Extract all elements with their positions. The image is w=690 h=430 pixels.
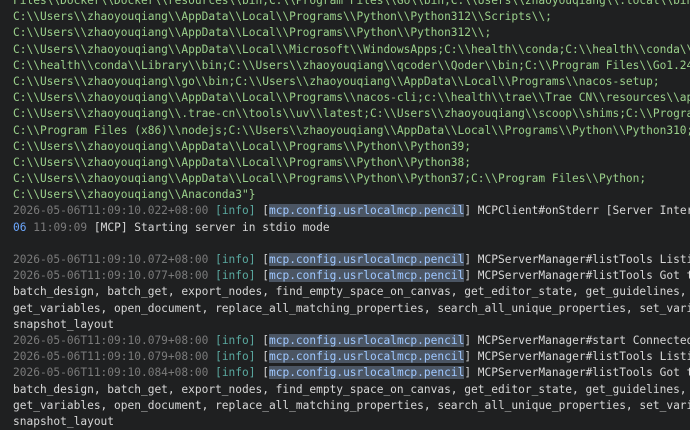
env-path-line: C:\\Users\\zhaoyouqiang\\AppData\\Local\…: [13, 155, 472, 169]
tools-list-line: snapshot_layout: [13, 414, 115, 428]
log-message: MCPServerManager#listTools Listing tools…: [477, 350, 690, 364]
log-timestamp: 2026-05-06T11:09:10.079+08:00: [13, 333, 209, 347]
log-entry: 2026-05-06T11:09:10.079+08:00 [info] [mc…: [13, 333, 690, 349]
log-source-tag: mcp.config.usrlocalmcp.pencil: [268, 253, 465, 266]
env-path-line: C:\\Users\\zhaoyouqiang\\AppData\\Local\…: [13, 42, 690, 56]
log-source-tag: mcp.config.usrlocalmcp.pencil: [268, 333, 465, 347]
log-entry: 2026-05-06T11:09:10.077+08:00 [info] [mc…: [13, 268, 690, 284]
log-message: MCPServerManager#start Connected.: [477, 333, 690, 347]
log-timestamp: 2026-05-06T11:09:10.079+08:00: [13, 350, 209, 364]
log-level: [info]: [215, 333, 256, 347]
log-level: [info]: [215, 204, 256, 218]
env-path-line: C:\\Users\\zhaoyouqiang\\AppData\\Local\…: [13, 10, 552, 24]
log-message: MCPServerManager#listTools Listing tools…: [477, 253, 690, 266]
env-path-line: C:\\health\\conda\\Library\\bin;C:\\User…: [13, 58, 690, 72]
log-entry: 2026-05-06T11:09:10.084+08:00 [info] [mc…: [13, 365, 690, 381]
log-output-panel[interactable]: Files\\Docker\\Docker\\resources\\bin;C:…: [0, 0, 690, 430]
log-level: [info]: [215, 350, 256, 364]
log-date-day: 06: [13, 220, 27, 234]
log-timestamp: 2026-05-06T11:09:10.084+08:00: [13, 366, 209, 380]
env-path-line: C:\\Users\\zhaoyouqiang\\AppData\\Local\…: [13, 139, 472, 153]
env-path-line: C:\\Users\\zhaoyouqiang\\AppData\\Local\…: [13, 91, 690, 105]
log-source-tag: mcp.config.usrlocalmcp.pencil: [268, 269, 465, 283]
tools-list-line: snapshot_layout: [13, 317, 115, 331]
log-level: [info]: [215, 269, 256, 283]
log-message: MCPClient#onStderr [Server Internal Log]: [477, 204, 690, 218]
env-path-line: C:\\Users\\zhaoyouqiang\\AppData\\Local\…: [13, 172, 647, 186]
env-path-line: C:\\Users\\zhaoyouqiang\\Anaconda3"}: [13, 188, 256, 202]
tools-list-line: batch_design, batch_get, export_nodes, f…: [13, 382, 687, 396]
tools-list-line: get_variables, open_document, replace_al…: [13, 398, 690, 412]
env-path-line: Files\\Docker\\Docker\\resources\\bin;C:…: [13, 0, 690, 7]
log-entry-stderr: 2026-05-06T11:09:10.022+08:00 [info] [mc…: [13, 203, 690, 219]
log-level: [info]: [215, 366, 256, 380]
log-source-tag: mcp.config.usrlocalmcp.pencil: [268, 366, 465, 380]
log-time: 11:09:09: [33, 220, 88, 234]
env-path-line: C:\\Users\\zhaoyouqiang\\.trae-cn\\tools…: [13, 107, 690, 121]
env-path-line: C:\\Users\\zhaoyouqiang\\AppData\\Local\…: [13, 26, 492, 40]
log-timestamp: 2026-05-06T11:09:10.072+08:00: [13, 253, 209, 266]
env-path-line: C:\\Users\\zhaoyouqiang\\go\\bin;C:\\Use…: [13, 74, 660, 88]
log-source-tag: mcp.config.usrlocalmcp.pencil: [268, 350, 465, 364]
log-entry: 2026-05-06T11:09:10.079+08:00 [info] [mc…: [13, 349, 690, 365]
env-path-line: C:\\Program Files (x86)\\nodejs;C:\\User…: [13, 123, 690, 137]
log-level: [info]: [215, 253, 256, 266]
log-message: [MCP] Starting server in stdio mode: [93, 220, 330, 234]
log-timestamp: 2026-05-06T11:09:10.077+08:00: [13, 269, 209, 283]
log-source-tag: mcp.config.usrlocalmcp.pencil: [268, 204, 465, 218]
log-entry: 2026-05-06T11:09:10.072+08:00 [info] [mc…: [13, 252, 690, 268]
tools-list-line: get_variables, open_document, replace_al…: [13, 301, 690, 315]
tools-list-line: batch_design, batch_get, export_nodes, f…: [13, 285, 687, 299]
log-entry-stderr-continued: 06 11:09:09 [MCP] Starting server in std…: [13, 220, 690, 236]
log-message: MCPServerManager#listTools Got tools:: [477, 269, 690, 283]
log-timestamp: 2026-05-06T11:09:10.022+08:00: [13, 204, 209, 218]
log-message: MCPServerManager#listTools Got tools:: [477, 366, 690, 380]
